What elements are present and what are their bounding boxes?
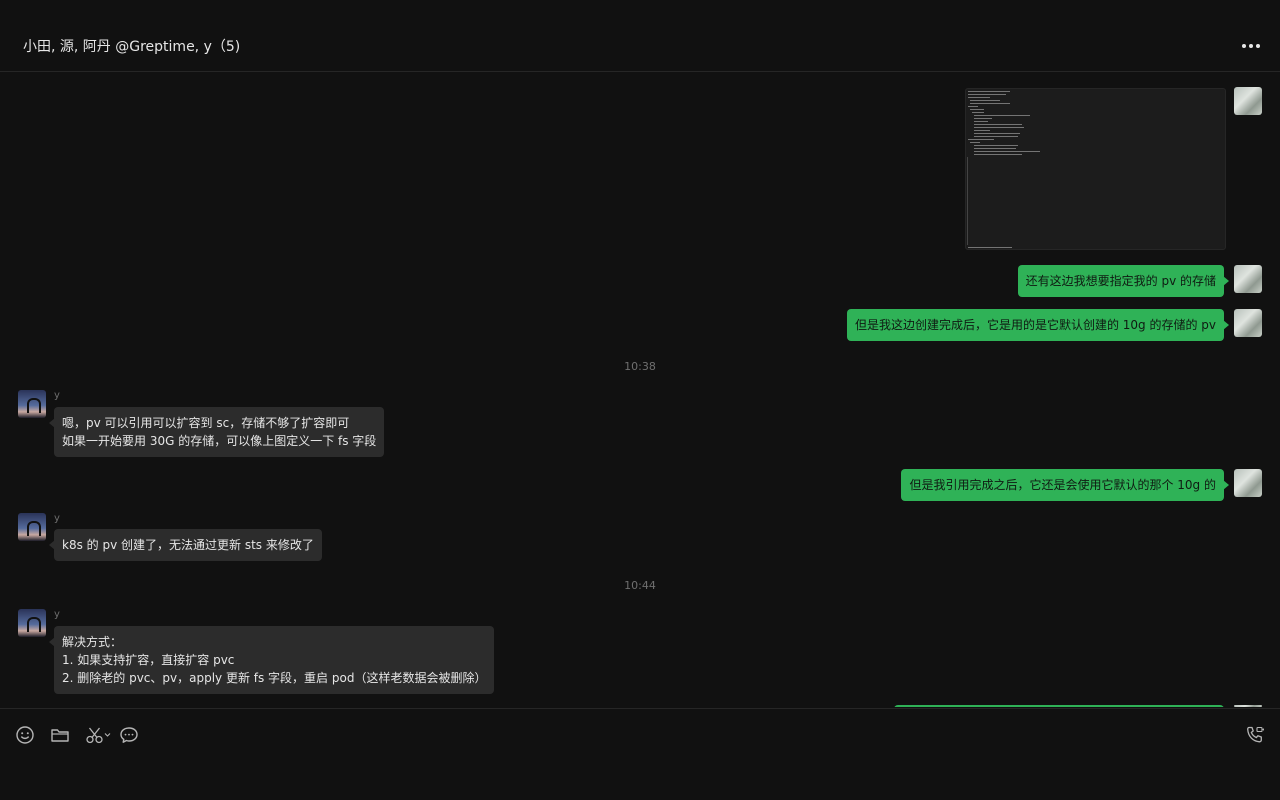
- message-bubble-sent[interactable]: 还有这边我想要指定我的 pv 的存储: [1017, 265, 1230, 297]
- chat-title: 小田, 源, 阿丹 @Greptime, y（5): [23, 39, 241, 55]
- my-avatar[interactable]: [1234, 705, 1262, 707]
- sender-name: y: [54, 609, 60, 620]
- emoji-icon[interactable]: [15, 725, 35, 745]
- message-bubble-sent[interactable]: 但是我这边创建完成后，它是用的是它默认创建的 10g 的存储的 pv: [846, 309, 1230, 341]
- my-avatar[interactable]: [1234, 87, 1262, 115]
- more-options-icon[interactable]: [1239, 34, 1263, 58]
- message-bubble-sent-partial[interactable]: [894, 705, 1224, 707]
- message-bubble-sent[interactable]: 但是我引用完成之后，它还是会使用它默认的那个 10g 的: [901, 469, 1229, 501]
- folder-icon[interactable]: [50, 725, 70, 745]
- my-avatar[interactable]: [1234, 309, 1262, 337]
- contact-avatar-y[interactable]: [18, 390, 46, 418]
- my-avatar[interactable]: [1234, 265, 1262, 293]
- message-bubble-received[interactable]: 嗯，pv 可以引用可以扩容到 sc，存储不够了扩容即可 如果一开始要用 30G …: [48, 407, 385, 457]
- chat-header: 小田, 源, 阿丹 @Greptime, y（5): [0, 0, 1280, 72]
- terminal-screenshot-image[interactable]: [965, 88, 1226, 250]
- timestamp: 10:38: [624, 360, 656, 373]
- scissors-icon[interactable]: [85, 725, 113, 745]
- phone-video-icon[interactable]: [1245, 725, 1265, 745]
- message-bubble-received[interactable]: 解决方式： 1. 如果支持扩容，直接扩容 pvc 2. 删除老的 pvc、pv，…: [48, 626, 495, 694]
- sender-name: y: [54, 390, 60, 401]
- input-toolbar: [0, 708, 1280, 800]
- my-avatar[interactable]: [1234, 469, 1262, 497]
- contact-avatar-y[interactable]: [18, 609, 46, 637]
- timestamp: 10:44: [624, 579, 656, 592]
- sender-name: y: [54, 513, 60, 524]
- chat-bubble-icon[interactable]: [119, 725, 139, 745]
- message-list[interactable]: 还有这边我想要指定我的 pv 的存储 但是我这边创建完成后，它是用的是它默认创建…: [0, 73, 1280, 707]
- message-bubble-received[interactable]: k8s 的 pv 创建了，无法通过更新 sts 来修改了: [49, 529, 322, 561]
- contact-avatar-y[interactable]: [18, 513, 46, 541]
